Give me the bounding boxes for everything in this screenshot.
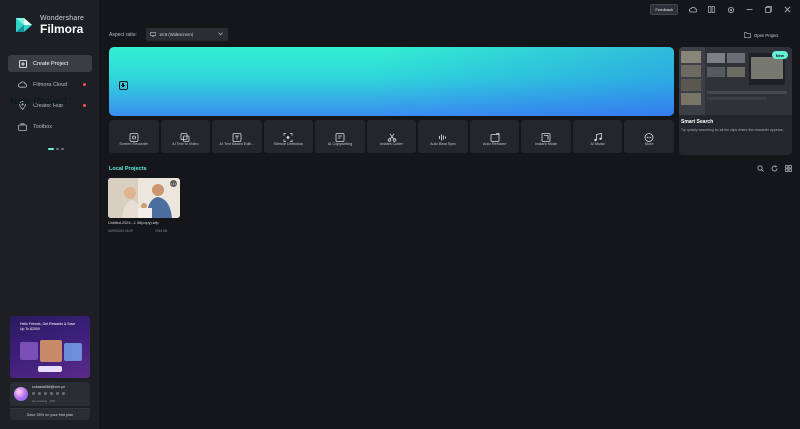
tool-label: Screen Recorder [119, 142, 149, 146]
chevron-down-icon [218, 32, 223, 37]
sidebar-item-label: Filmora Cloud [33, 81, 68, 88]
sidebar-item-create-project[interactable]: Create Project [8, 55, 92, 72]
app-brand: Wondershare [40, 15, 85, 22]
sidebar-item-toolbox[interactable]: Toolbox [8, 118, 92, 135]
promo-image [40, 340, 62, 362]
tool-silence-detection[interactable]: Silence Detection [263, 120, 314, 153]
aspect-ratio-label: Aspect ratio: [109, 32, 137, 38]
aspect-ratio-value: 16:9 (Widescreen) [159, 32, 194, 37]
account-badges [32, 392, 65, 395]
more-options-icon[interactable] [170, 180, 177, 187]
feature-title: Smart Search [681, 119, 714, 125]
more-icon [644, 129, 654, 142]
tools-row: Screen Recorder AI Text to Video AI Text… [109, 120, 675, 153]
beat-sync-icon [439, 129, 448, 141]
tool-label: AI Music [590, 142, 605, 146]
tool-instant-mode[interactable]: Instant Mode [521, 120, 571, 153]
add-project-icon [119, 81, 128, 90]
promo-button[interactable] [38, 366, 62, 372]
close-icon[interactable] [783, 5, 792, 14]
tool-label: More [644, 142, 654, 146]
sidebar: Wondershare Filmora Create Project Filmo… [0, 0, 99, 429]
monitor-icon [150, 32, 156, 37]
feature-card[interactable]: New Smart Search Try quickly searching f… [679, 47, 792, 155]
instant-mode-icon [541, 129, 551, 142]
tool-label: AI Text to Video [172, 142, 199, 146]
promo-text: Hello Friends, Get Rewards & Save Up To … [20, 322, 76, 331]
minimize-icon[interactable] [745, 5, 754, 14]
open-project-button[interactable]: Open Project [744, 29, 794, 41]
screen-recorder-icon [129, 129, 139, 142]
promo-image [20, 342, 38, 360]
tool-label: Auto Reframe [482, 142, 507, 146]
notification-dot [83, 104, 86, 107]
tool-label: Silence Detection [273, 142, 304, 146]
music-note-icon [593, 129, 602, 142]
scissors-icon [387, 129, 396, 142]
tool-ai-text-to-video[interactable]: AI Text to Video [160, 120, 211, 153]
ai-text-based-editing-icon [232, 129, 242, 142]
silence-detection-icon [284, 129, 293, 142]
toolbox-icon [18, 122, 27, 131]
app-logo: Wondershare Filmora [14, 15, 84, 35]
folder-icon [744, 32, 751, 38]
tool-label: Instant Mode [535, 142, 558, 146]
app-name: Filmora [40, 22, 84, 36]
tool-screen-recorder[interactable]: Screen Recorder [109, 120, 159, 153]
save-offer-button[interactable]: Save 35% on your first plan [10, 408, 90, 420]
tool-ai-text-based-editing[interactable]: AI Text Based Editi... [212, 120, 262, 153]
local-projects-title: Local Projects [109, 166, 147, 172]
carousel-indicator[interactable] [48, 148, 64, 150]
project-name: Untitled-2024...1 46(copy).wfp [108, 221, 159, 225]
tool-ai-copywriting[interactable]: AI Copywriting [315, 120, 365, 153]
aspect-ratio-select[interactable]: 16:9 (Widescreen) [146, 28, 228, 41]
apps-icon[interactable] [707, 5, 716, 14]
account-email: sobasta666@mm.pe [32, 385, 66, 389]
account-panel[interactable]: sobasta666@mm.pe Go Creating · 10M [10, 382, 90, 406]
sidebar-item-filmora-cloud[interactable]: Filmora Cloud [8, 76, 92, 93]
tool-more[interactable]: More [624, 120, 675, 153]
new-project-button[interactable] [109, 47, 674, 116]
promo-banner[interactable]: Hello Friends, Get Rewards & Save Up To … [10, 316, 90, 378]
feedback-button[interactable]: Feedback [650, 4, 678, 15]
refresh-icon[interactable] [770, 164, 778, 172]
account-plan: Go Creating · 10M [32, 399, 56, 403]
project-thumbnail[interactable] [108, 178, 180, 218]
project-size: 2046 KB [155, 229, 168, 233]
sidebar-item-label: Create Project [33, 60, 69, 67]
local-projects-actions [756, 164, 792, 172]
new-badge: New [771, 51, 788, 59]
create-project-icon [18, 59, 27, 68]
tool-auto-beat-sync[interactable]: Auto Beat Sync [418, 120, 468, 153]
tool-label: Auto Beat Sync [429, 142, 457, 146]
tool-ai-music[interactable]: AI Music [572, 120, 623, 153]
reframe-icon [490, 129, 499, 142]
sidebar-item-label: Toolbox [33, 123, 52, 130]
tool-instant-cutter[interactable]: Instant Cutter [366, 120, 417, 153]
restore-icon[interactable] [764, 5, 773, 14]
cloud-icon [18, 80, 27, 89]
open-project-label: Open Project [754, 32, 779, 38]
tool-label: AI Copywriting [327, 142, 353, 146]
search-icon[interactable] [756, 164, 764, 172]
promo-image [64, 343, 82, 361]
ai-text-to-video-icon [180, 129, 190, 142]
ai-copywriting-icon [335, 129, 345, 142]
cloud-upload-icon[interactable] [688, 5, 697, 14]
grid-view-icon[interactable] [784, 164, 792, 172]
avatar[interactable] [14, 387, 28, 401]
settings-icon[interactable] [726, 5, 735, 14]
notification-dot [83, 83, 86, 86]
window-controls: Feedback [650, 4, 792, 15]
filmora-logo-icon [14, 15, 34, 35]
feature-description: Try quickly searching for all the clips … [681, 128, 784, 132]
new-project-label: New Project [10, 96, 68, 107]
tool-auto-reframe[interactable]: Auto Reframe [469, 120, 520, 153]
tool-label: AI Text Based Editi... [219, 142, 255, 146]
tool-label: Instant Cutter [380, 142, 403, 146]
project-date: 02/09/2024 18:09 [108, 229, 133, 233]
